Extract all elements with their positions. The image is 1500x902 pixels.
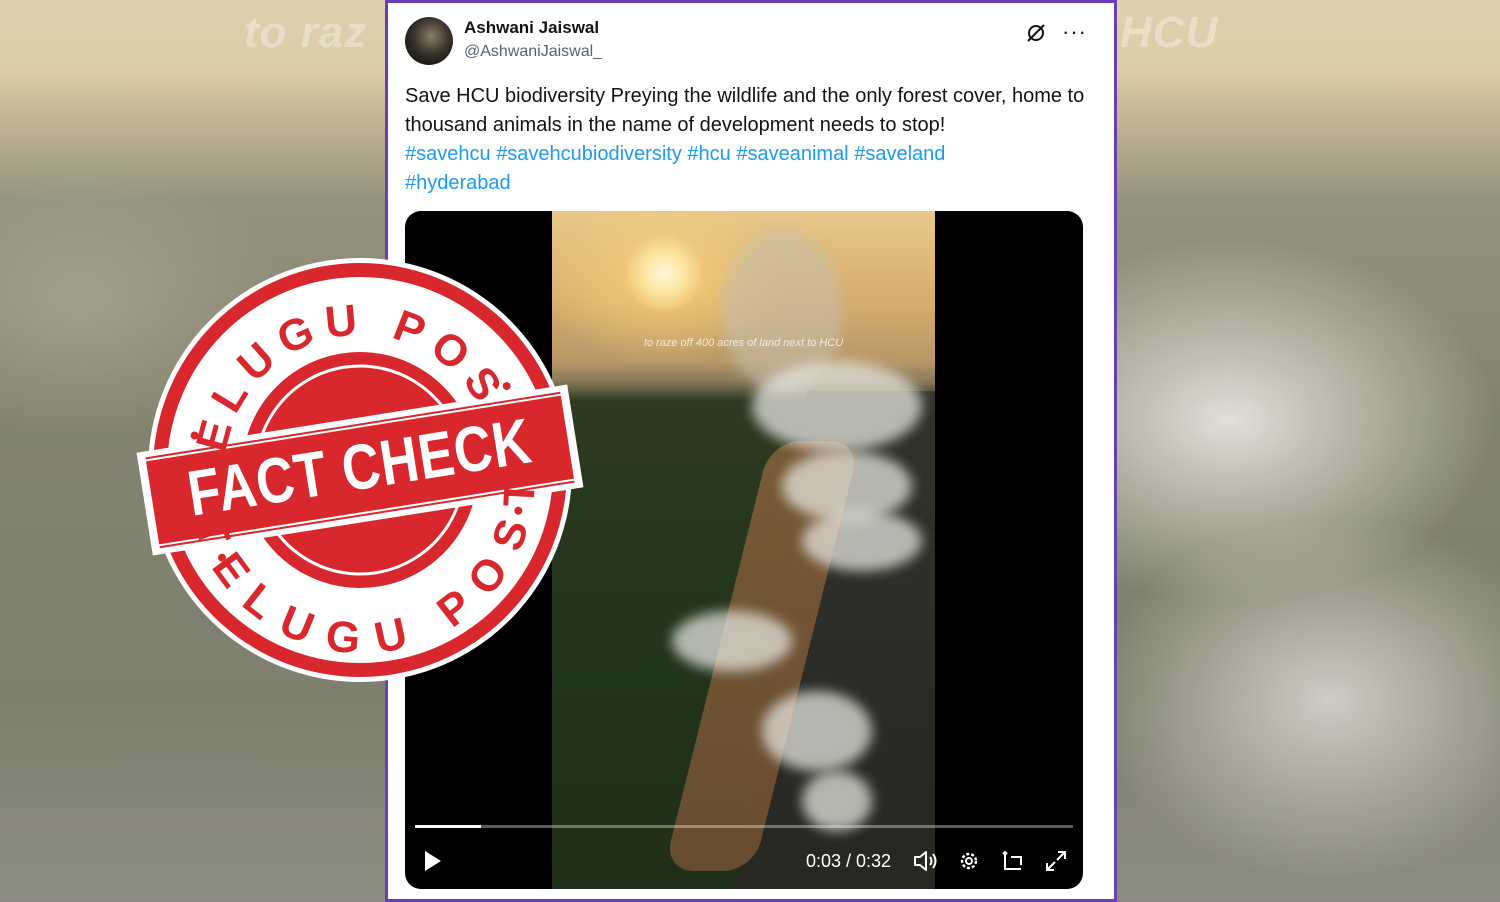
author-handle[interactable]: @AshwaniJaiswal_ <box>464 43 602 61</box>
smoke-plume <box>802 511 922 571</box>
more-options-icon[interactable]: ··· <box>1062 19 1087 45</box>
hashtag-link[interactable]: #saveland <box>854 143 945 165</box>
grok-icon[interactable] <box>1025 22 1047 44</box>
background-overlay-text-right: HCU <box>1120 8 1219 57</box>
tweet-body: Save HCU biodiversity Preying the wildli… <box>405 85 1085 136</box>
smoke-plume <box>672 611 792 671</box>
smoke-plume <box>802 771 872 831</box>
smoke-plume <box>752 361 922 451</box>
background-overlay-text-left: to raz <box>244 8 368 57</box>
settings-gear-icon[interactable] <box>957 849 981 873</box>
hashtag-link[interactable]: #savehcubiodiversity <box>496 143 682 165</box>
fullscreen-icon[interactable] <box>1044 849 1068 873</box>
video-frame[interactable]: to raze off 400 acres of land next to HC… <box>552 211 935 889</box>
smoke-plume <box>762 691 872 771</box>
video-progress-bar[interactable] <box>415 825 1073 828</box>
play-icon[interactable] <box>423 849 443 873</box>
video-caption: to raze off 400 acres of land next to HC… <box>643 337 844 349</box>
video-time-display: 0:03 / 0:32 <box>806 851 892 871</box>
hashtag-link[interactable]: #hyderabad <box>405 172 511 194</box>
hashtag-link[interactable]: #hcu <box>687 143 730 165</box>
hashtag-link[interactable]: #saveanimal <box>736 143 848 165</box>
smoke-plume <box>782 451 912 521</box>
video-progress-fill <box>415 825 481 828</box>
author-name[interactable]: Ashwani Jaiswal <box>464 18 599 38</box>
tweet-text: Save HCU biodiversity Preying the wildli… <box>405 82 1085 198</box>
fact-check-stamp: TELUGU POST TELUGU POST FACT CHECK <box>108 218 611 721</box>
author-avatar[interactable] <box>405 17 453 65</box>
picture-in-picture-icon[interactable] <box>1001 849 1025 873</box>
hashtag-link[interactable]: #savehcu <box>405 143 491 165</box>
volume-icon[interactable] <box>913 849 939 873</box>
